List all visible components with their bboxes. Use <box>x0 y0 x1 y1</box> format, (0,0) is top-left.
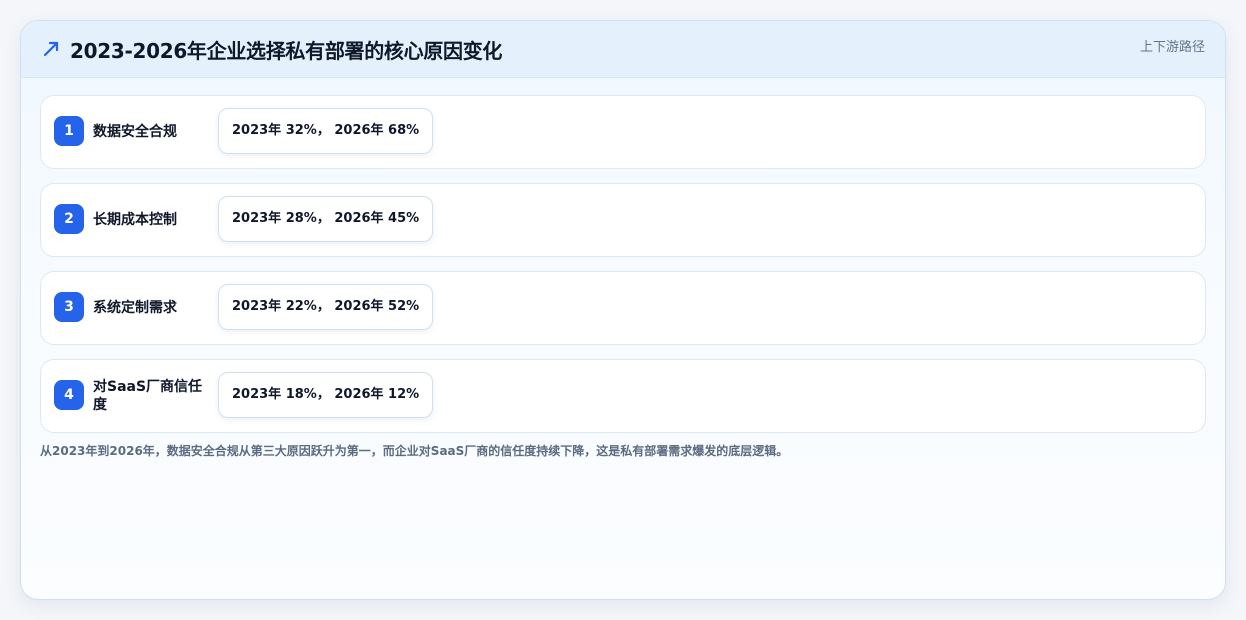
trending-up-icon <box>43 41 59 57</box>
rank-badge: 4 <box>54 380 84 410</box>
path-tag[interactable]: 上下游路径 <box>1140 36 1205 55</box>
rank-badge: 3 <box>54 292 84 322</box>
reason-label: 数据安全合规 <box>93 124 177 140</box>
reason-label: 系统定制需求 <box>93 300 177 316</box>
reason-list: 1 数据安全合规 2023年 32%， 2026年 68% 2 长期成本控制 2… <box>40 95 1206 447</box>
reasons-card: 2023-2026年企业选择私有部署的核心原因变化 上下游路径 1 数据安全合规… <box>20 20 1226 600</box>
reason-value-pill: 2023年 32%， 2026年 68% <box>218 108 434 154</box>
card-header: 2023-2026年企业选择私有部署的核心原因变化 上下游路径 <box>21 21 1225 78</box>
reason-value-pill: 2023年 28%， 2026年 45% <box>218 196 434 242</box>
reason-value-pill: 2023年 18%， 2026年 12% <box>218 372 434 418</box>
reason-value-pill: 2023年 22%， 2026年 52% <box>218 284 434 330</box>
reason-row: 1 数据安全合规 2023年 32%， 2026年 68% <box>40 95 1206 169</box>
rank-badge: 2 <box>54 204 84 234</box>
reason-label: 长期成本控制 <box>93 212 177 228</box>
reason-row: 4 对SaaS厂商信任度 2023年 18%， 2026年 12% <box>40 359 1206 433</box>
card-title: 2023-2026年企业选择私有部署的核心原因变化 <box>70 39 503 63</box>
summary-note: 从2023年到2026年，数据安全合规从第三大原因跃升为第一，而企业对SaaS厂… <box>40 444 789 458</box>
reason-row: 2 长期成本控制 2023年 28%， 2026年 45% <box>40 183 1206 257</box>
rank-badge: 1 <box>54 116 84 146</box>
reason-label: 对SaaS厂商信任度 <box>93 379 203 413</box>
reason-row: 3 系统定制需求 2023年 22%， 2026年 52% <box>40 271 1206 345</box>
